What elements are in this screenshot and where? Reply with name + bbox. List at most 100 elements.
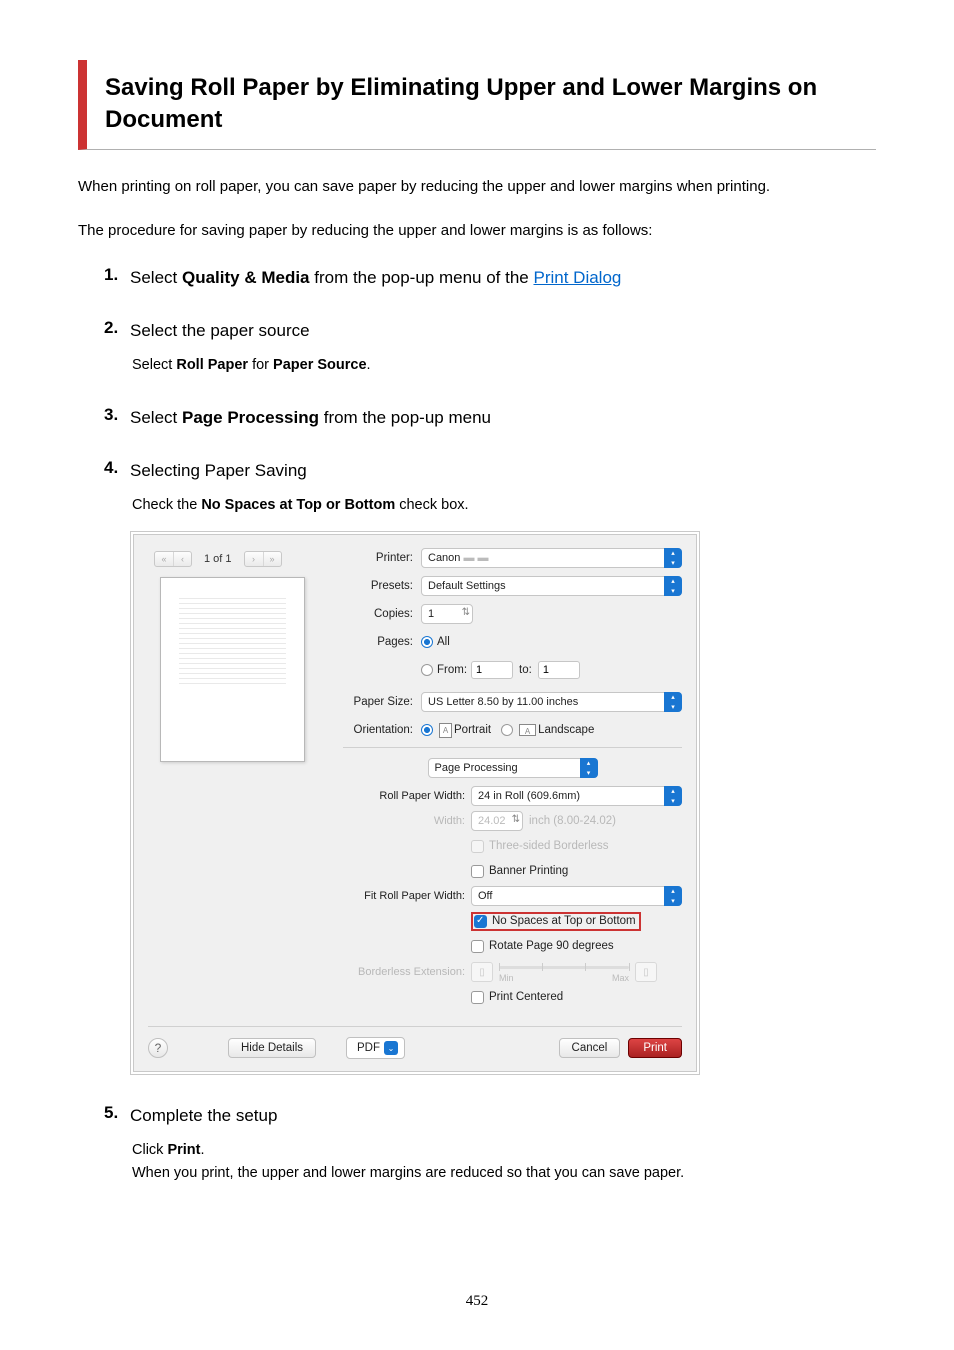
last-page-icon: » <box>263 552 281 566</box>
printer-label: Printer: <box>343 552 421 564</box>
presets-value: Default Settings <box>421 576 682 596</box>
intro-paragraph-2: The procedure for saving paper by reduci… <box>78 220 876 243</box>
portrait-icon: A <box>439 723 452 738</box>
step1-bold: Quality & Media <box>182 268 310 287</box>
extension-max-icon: ▯ <box>635 962 657 982</box>
section-select[interactable]: Page Processing <box>428 758 598 778</box>
rotate90-text: Rotate Page 90 degrees <box>489 940 614 952</box>
fit-roll-select[interactable]: Off <box>471 886 682 906</box>
pdf-label: PDF <box>357 1042 380 1054</box>
printer-value: Canon <box>428 552 460 564</box>
step3-post: from the pop-up menu <box>319 408 491 427</box>
paper-size-select[interactable]: US Letter 8.50 by 11.00 inches <box>421 692 682 712</box>
paper-size-value: US Letter 8.50 by 11.00 inches <box>421 692 682 712</box>
chevron-updown-icon <box>580 758 598 778</box>
step1-pre: Select <box>130 268 182 287</box>
slider-min-label: Min <box>499 973 514 983</box>
intro-paragraph-1: When printing on roll paper, you can sav… <box>78 176 876 199</box>
width-unit: inch (8.00-24.02) <box>529 815 616 827</box>
no-spaces-checkbox[interactable] <box>474 915 487 928</box>
print-dialog-screenshot: « ‹ 1 of 1 › » <box>130 531 700 1075</box>
to-input[interactable] <box>538 661 580 679</box>
no-spaces-text: No Spaces at Top or Bottom <box>492 915 636 927</box>
page-number: 452 <box>0 1293 954 1310</box>
chevron-updown-icon <box>664 786 682 806</box>
no-spaces-highlight: No Spaces at Top or Bottom <box>471 912 641 931</box>
step5-title: Complete the setup <box>130 1103 876 1129</box>
printer-select[interactable]: Canon ▬ ▬ <box>421 548 682 568</box>
portrait-text: Portrait <box>454 724 491 736</box>
chevron-down-icon: ⌄ <box>384 1041 398 1055</box>
orientation-label: Orientation: <box>343 724 421 736</box>
copies-stepper[interactable]: 1 <box>421 604 473 624</box>
step5-body-line2: When you print, the upper and lower marg… <box>132 1165 684 1181</box>
step4-title: Selecting Paper Saving <box>130 458 876 484</box>
section-value: Page Processing <box>428 758 598 778</box>
step4-body-post: check box. <box>395 497 468 513</box>
step2-body-b2: Paper Source <box>273 357 367 373</box>
pages-all-text: All <box>437 636 450 648</box>
pdf-button[interactable]: PDF ⌄ <box>346 1037 405 1059</box>
step-4: Selecting Paper Saving Check the No Spac… <box>104 458 876 1075</box>
step-1: Select Quality & Media from the pop-up m… <box>104 265 876 291</box>
from-input[interactable] <box>471 661 513 679</box>
landscape-icon: A <box>519 724 536 736</box>
page-nav-prev-group[interactable]: « ‹ <box>154 551 192 567</box>
step4-body-bold: No Spaces at Top or Bottom <box>201 497 395 513</box>
print-centered-text: Print Centered <box>489 991 563 1003</box>
step5-body-pre: Click <box>132 1142 167 1158</box>
three-sided-text: Three-sided Borderless <box>489 840 609 852</box>
from-label: From: <box>437 664 467 676</box>
step4-body-pre: Check the <box>132 497 201 513</box>
step2-body-b1: Roll Paper <box>176 357 248 373</box>
borderless-ext-label: Borderless Extension: <box>343 966 471 978</box>
step-2: Select the paper source Select Roll Pape… <box>104 318 876 377</box>
chevron-updown-icon <box>664 548 682 568</box>
width-label: Width: <box>343 815 471 827</box>
step5-body-post: . <box>200 1142 204 1158</box>
step2-body-mid: for <box>248 357 273 373</box>
page-counter: 1 of 1 <box>198 553 238 565</box>
step1-mid: from the pop-up menu of the <box>310 268 534 287</box>
step2-title: Select the paper source <box>130 318 876 344</box>
cancel-button[interactable]: Cancel <box>559 1038 621 1058</box>
prev-page-icon: ‹ <box>173 552 191 566</box>
print-dialog-link[interactable]: Print Dialog <box>533 268 621 287</box>
page-preview-thumbnail <box>160 577 305 762</box>
pages-range-radio[interactable] <box>421 664 433 676</box>
pages-all-radio[interactable] <box>421 636 433 648</box>
landscape-text: Landscape <box>538 724 594 736</box>
step-3: Select Page Processing from the pop-up m… <box>104 405 876 431</box>
rotate90-checkbox[interactable] <box>471 940 484 953</box>
page-title: Saving Roll Paper by Eliminating Upper a… <box>105 72 876 137</box>
step2-body-pre: Select <box>132 357 176 373</box>
paper-size-label: Paper Size: <box>343 696 421 708</box>
three-sided-checkbox <box>471 840 484 853</box>
width-stepper: 24.02 <box>471 811 523 831</box>
step2-body-post: . <box>367 357 371 373</box>
portrait-radio[interactable] <box>421 724 433 736</box>
page-nav-next-group[interactable]: › » <box>244 551 282 567</box>
step5-body-bold: Print <box>167 1142 200 1158</box>
hide-details-button[interactable]: Hide Details <box>228 1038 316 1058</box>
print-centered-checkbox[interactable] <box>471 991 484 1004</box>
pages-label: Pages: <box>343 636 421 648</box>
banner-text: Banner Printing <box>489 865 568 877</box>
banner-checkbox[interactable] <box>471 865 484 878</box>
to-label: to: <box>519 664 532 676</box>
chevron-updown-icon <box>664 692 682 712</box>
presets-select[interactable]: Default Settings <box>421 576 682 596</box>
step3-pre: Select <box>130 408 182 427</box>
step3-bold: Page Processing <box>182 408 319 427</box>
chevron-updown-icon <box>664 576 682 596</box>
fit-roll-value: Off <box>471 886 682 906</box>
step-5: Complete the setup Click Print. When you… <box>104 1103 876 1185</box>
roll-paper-width-label: Roll Paper Width: <box>343 790 471 802</box>
page-title-block: Saving Roll Paper by Eliminating Upper a… <box>78 60 876 150</box>
print-button[interactable]: Print <box>628 1038 682 1058</box>
slider-max-label: Max <box>612 973 629 983</box>
roll-paper-width-select[interactable]: 24 in Roll (609.6mm) <box>471 786 682 806</box>
help-button[interactable]: ? <box>148 1038 168 1058</box>
landscape-radio[interactable] <box>501 724 513 736</box>
copies-label: Copies: <box>343 608 421 620</box>
